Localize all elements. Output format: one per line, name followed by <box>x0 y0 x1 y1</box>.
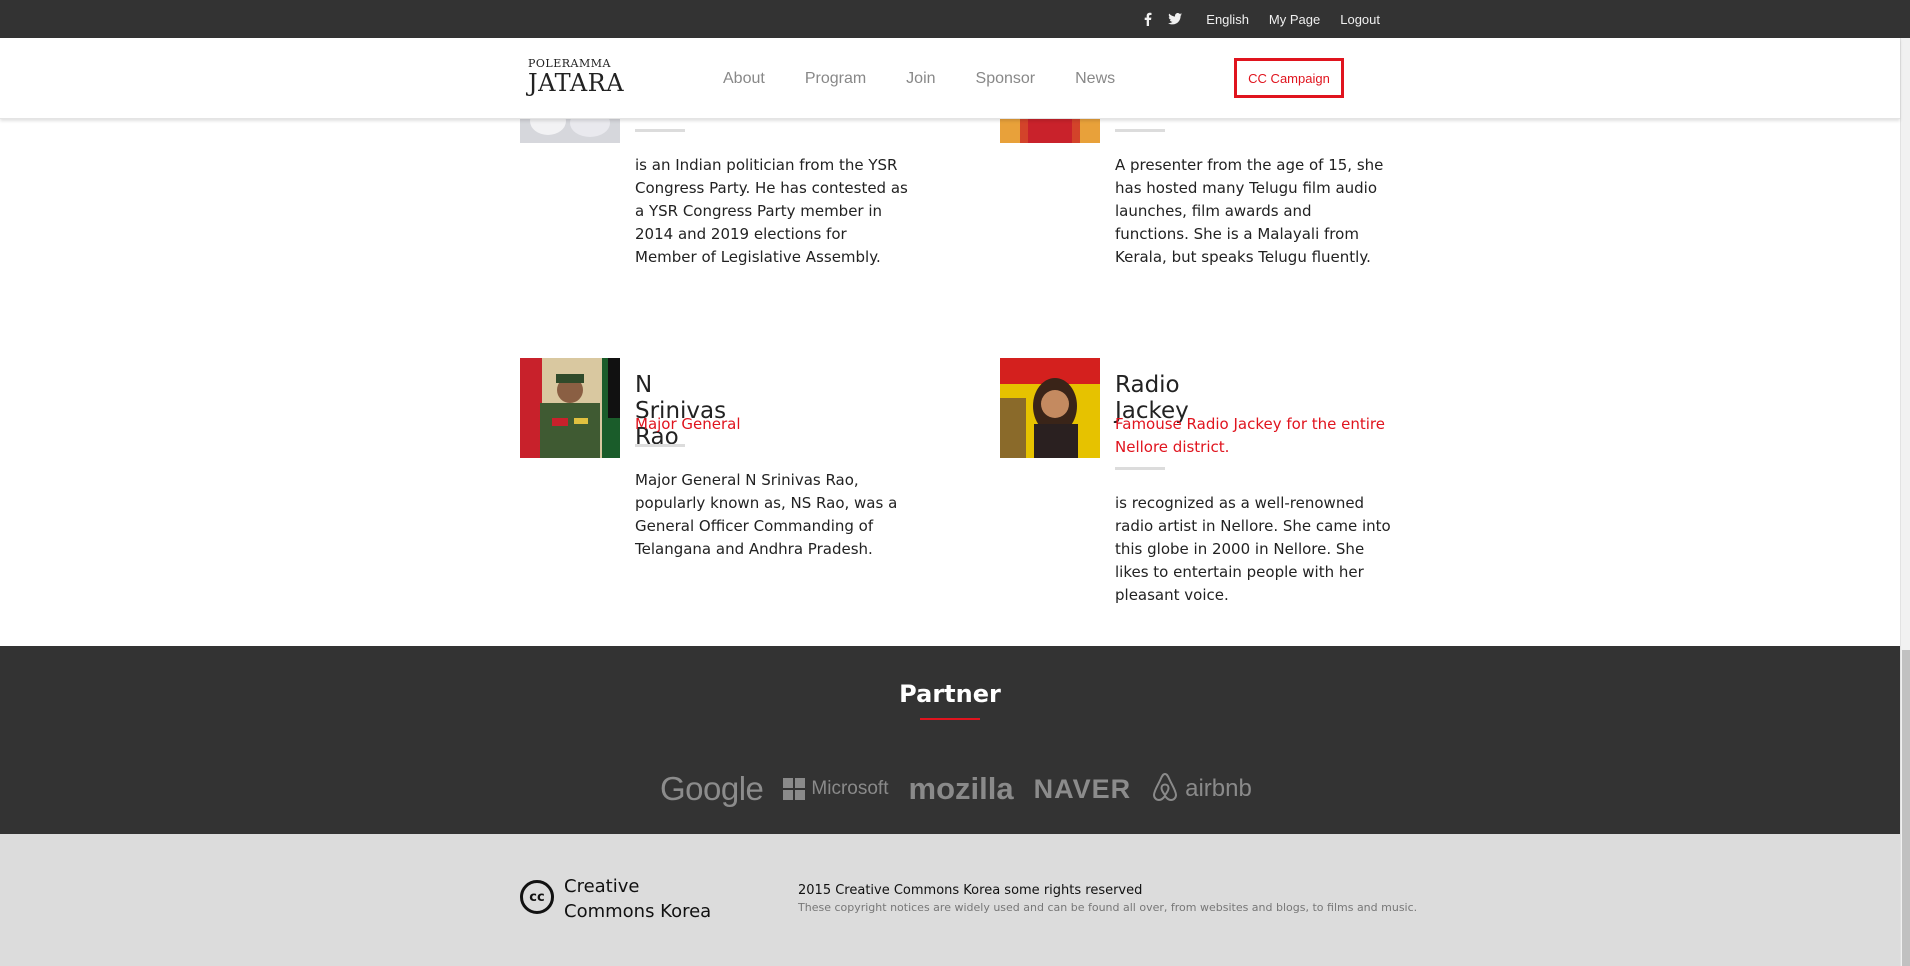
main-nav: About Program Join Sponsor News <box>723 38 1115 119</box>
divider <box>1115 129 1165 132</box>
person-description: is an Indian politician from the YSR Con… <box>635 156 908 266</box>
microsoft-logo-text: Microsoft <box>811 778 889 799</box>
mozilla-logo-text: mozilla <box>908 771 1014 806</box>
person-description: A presenter from the age of 15, she has … <box>1115 156 1384 266</box>
partner-logos: Google Microsoft mozilla NAVER airbnb <box>660 766 1252 812</box>
airbnb-icon <box>1151 772 1179 807</box>
page-scrollbar[interactable] <box>1900 38 1910 966</box>
microsoft-logo[interactable]: Microsoft <box>783 778 889 800</box>
copyright-note: These copyright notices are widely used … <box>798 901 1418 914</box>
copyright-text: 2015 Creative Commons Korea some rights … <box>798 883 1143 898</box>
person-description: is recognized as a well-renowned radio a… <box>1115 494 1391 604</box>
nav-sponsor[interactable]: Sponsor <box>976 70 1036 88</box>
nav-join[interactable]: Join <box>906 70 935 88</box>
nav-news[interactable]: News <box>1075 70 1115 88</box>
twitter-icon[interactable] <box>1168 13 1183 25</box>
language-link[interactable]: English <box>1206 12 1249 27</box>
partner-section: Partner Google Microsoft mozilla NAVER a… <box>0 646 1900 834</box>
nav-about[interactable]: About <box>723 70 765 88</box>
footer-org-name: Creative Commons Korea <box>564 876 712 922</box>
logo-big-text: JATARA <box>528 69 625 97</box>
cc-campaign-button[interactable]: CC Campaign <box>1234 58 1344 98</box>
person-role: Famouse Radio Jackey for the entire Nell… <box>1115 415 1385 456</box>
creative-commons-icon: cc <box>520 880 554 914</box>
person-photo-major-general <box>520 358 620 458</box>
google-logo-text: Google <box>660 770 764 807</box>
person-description: Major General N Srinivas Rao, popularly … <box>635 471 898 558</box>
mozilla-logo[interactable]: mozilla <box>909 771 1014 807</box>
top-links: English My Page Logout <box>1143 0 1380 38</box>
person-role: Major General <box>635 415 741 433</box>
site-footer: cc Creative Commons Korea 2015 Creative … <box>0 834 1900 966</box>
top-utility-bar: English My Page Logout <box>0 0 1910 38</box>
divider <box>635 444 685 447</box>
scrollbar-thumb[interactable] <box>1902 650 1910 966</box>
naver-logo-text: NAVER <box>1033 773 1132 804</box>
facebook-icon[interactable] <box>1143 12 1152 26</box>
naver-logo[interactable]: NAVER <box>1034 774 1132 805</box>
site-logo[interactable]: POLERAMMA JATARA <box>528 58 625 97</box>
divider <box>635 129 685 132</box>
partner-title: Partner <box>899 680 1001 708</box>
nav-program[interactable]: Program <box>805 70 866 88</box>
person-name: N Srinivas Rao <box>635 372 727 450</box>
partner-title-underline <box>920 718 980 720</box>
airbnb-logo[interactable]: airbnb <box>1151 772 1252 807</box>
windows-icon <box>783 778 806 800</box>
google-logo[interactable]: Google <box>660 770 764 808</box>
logout-link[interactable]: Logout <box>1340 12 1380 27</box>
divider <box>1115 467 1165 470</box>
my-page-link[interactable]: My Page <box>1269 12 1320 27</box>
social-links <box>1143 12 1183 26</box>
person-photo-radio-jackey <box>1000 358 1100 458</box>
site-header: POLERAMMA JATARA About Program Join Spon… <box>0 38 1900 119</box>
airbnb-logo-text: airbnb <box>1185 775 1252 802</box>
